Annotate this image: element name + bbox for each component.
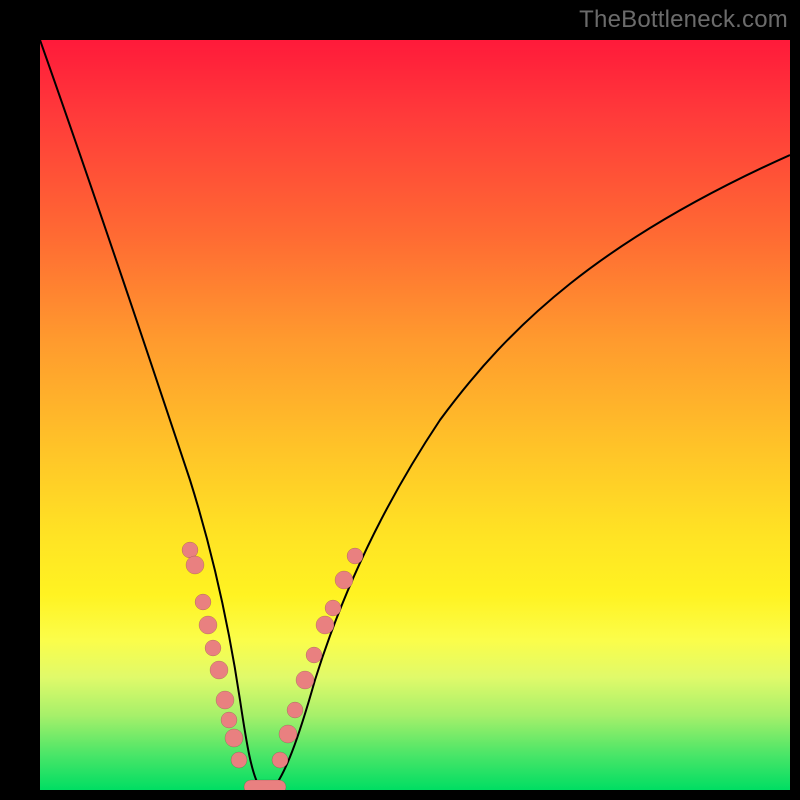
valley-pill — [244, 780, 286, 790]
data-dot — [325, 600, 341, 616]
bottleneck-curve — [40, 40, 790, 790]
data-dot — [221, 712, 237, 728]
data-dot — [216, 691, 234, 709]
data-dot — [347, 548, 363, 564]
data-dot — [199, 616, 217, 634]
data-dot — [182, 542, 198, 558]
data-dot — [195, 594, 211, 610]
outer-frame: TheBottleneck.com — [0, 0, 800, 800]
curve-path — [40, 40, 790, 790]
data-dot — [306, 647, 322, 663]
data-dot — [210, 661, 228, 679]
data-dot — [287, 702, 303, 718]
data-dot — [316, 616, 334, 634]
data-dot — [279, 725, 297, 743]
watermark-text: TheBottleneck.com — [579, 6, 788, 34]
data-dot — [272, 752, 288, 768]
data-dot — [225, 729, 243, 747]
plot-area — [40, 40, 790, 790]
data-dot — [205, 640, 221, 656]
data-dot — [296, 671, 314, 689]
data-dot — [231, 752, 247, 768]
data-dot — [186, 556, 204, 574]
data-dot — [335, 571, 353, 589]
